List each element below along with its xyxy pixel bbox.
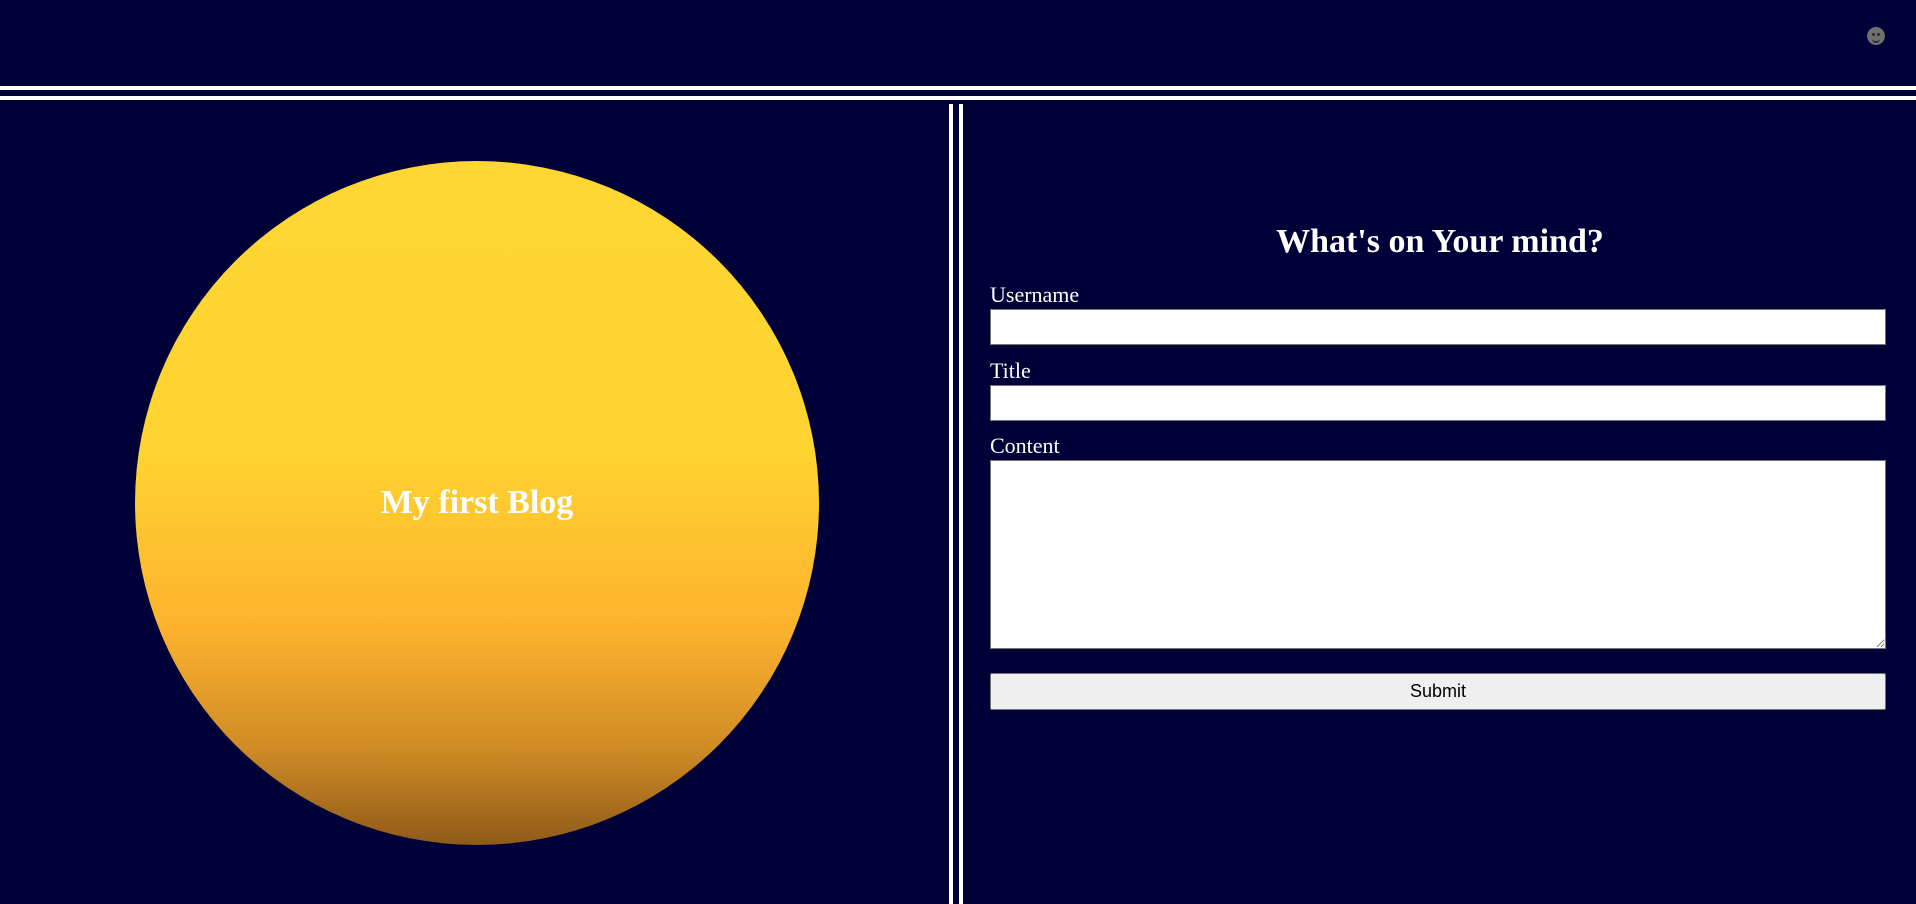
username-label: Username <box>990 282 1080 307</box>
content-label: Content <box>990 433 1060 458</box>
avatar-icon[interactable] <box>1867 27 1885 45</box>
page: My first Blog What's on Your mind? Usern… <box>0 0 1916 904</box>
header-divider-top <box>0 86 1916 90</box>
content-textarea[interactable] <box>990 460 1886 649</box>
username-input[interactable] <box>990 309 1886 345</box>
header-divider-bottom <box>0 96 1916 100</box>
submit-button[interactable]: Submit <box>990 673 1886 710</box>
avatar-eye-left <box>1872 33 1875 36</box>
hero-panel: My first Blog <box>0 104 948 904</box>
avatar-mouth <box>1872 38 1880 43</box>
title-label: Title <box>990 358 1031 383</box>
form-heading: What's on Your mind? <box>1276 223 1604 260</box>
title-input[interactable] <box>990 385 1886 421</box>
column-divider-left <box>949 104 953 904</box>
avatar-eye-right <box>1877 33 1880 36</box>
top-bar <box>0 0 1916 86</box>
post-form: What's on Your mind? Username Title Cont… <box>964 104 1916 904</box>
sun-circle: My first Blog <box>135 161 819 845</box>
column-divider-right <box>959 104 963 904</box>
blog-title: My first Blog <box>380 484 574 521</box>
